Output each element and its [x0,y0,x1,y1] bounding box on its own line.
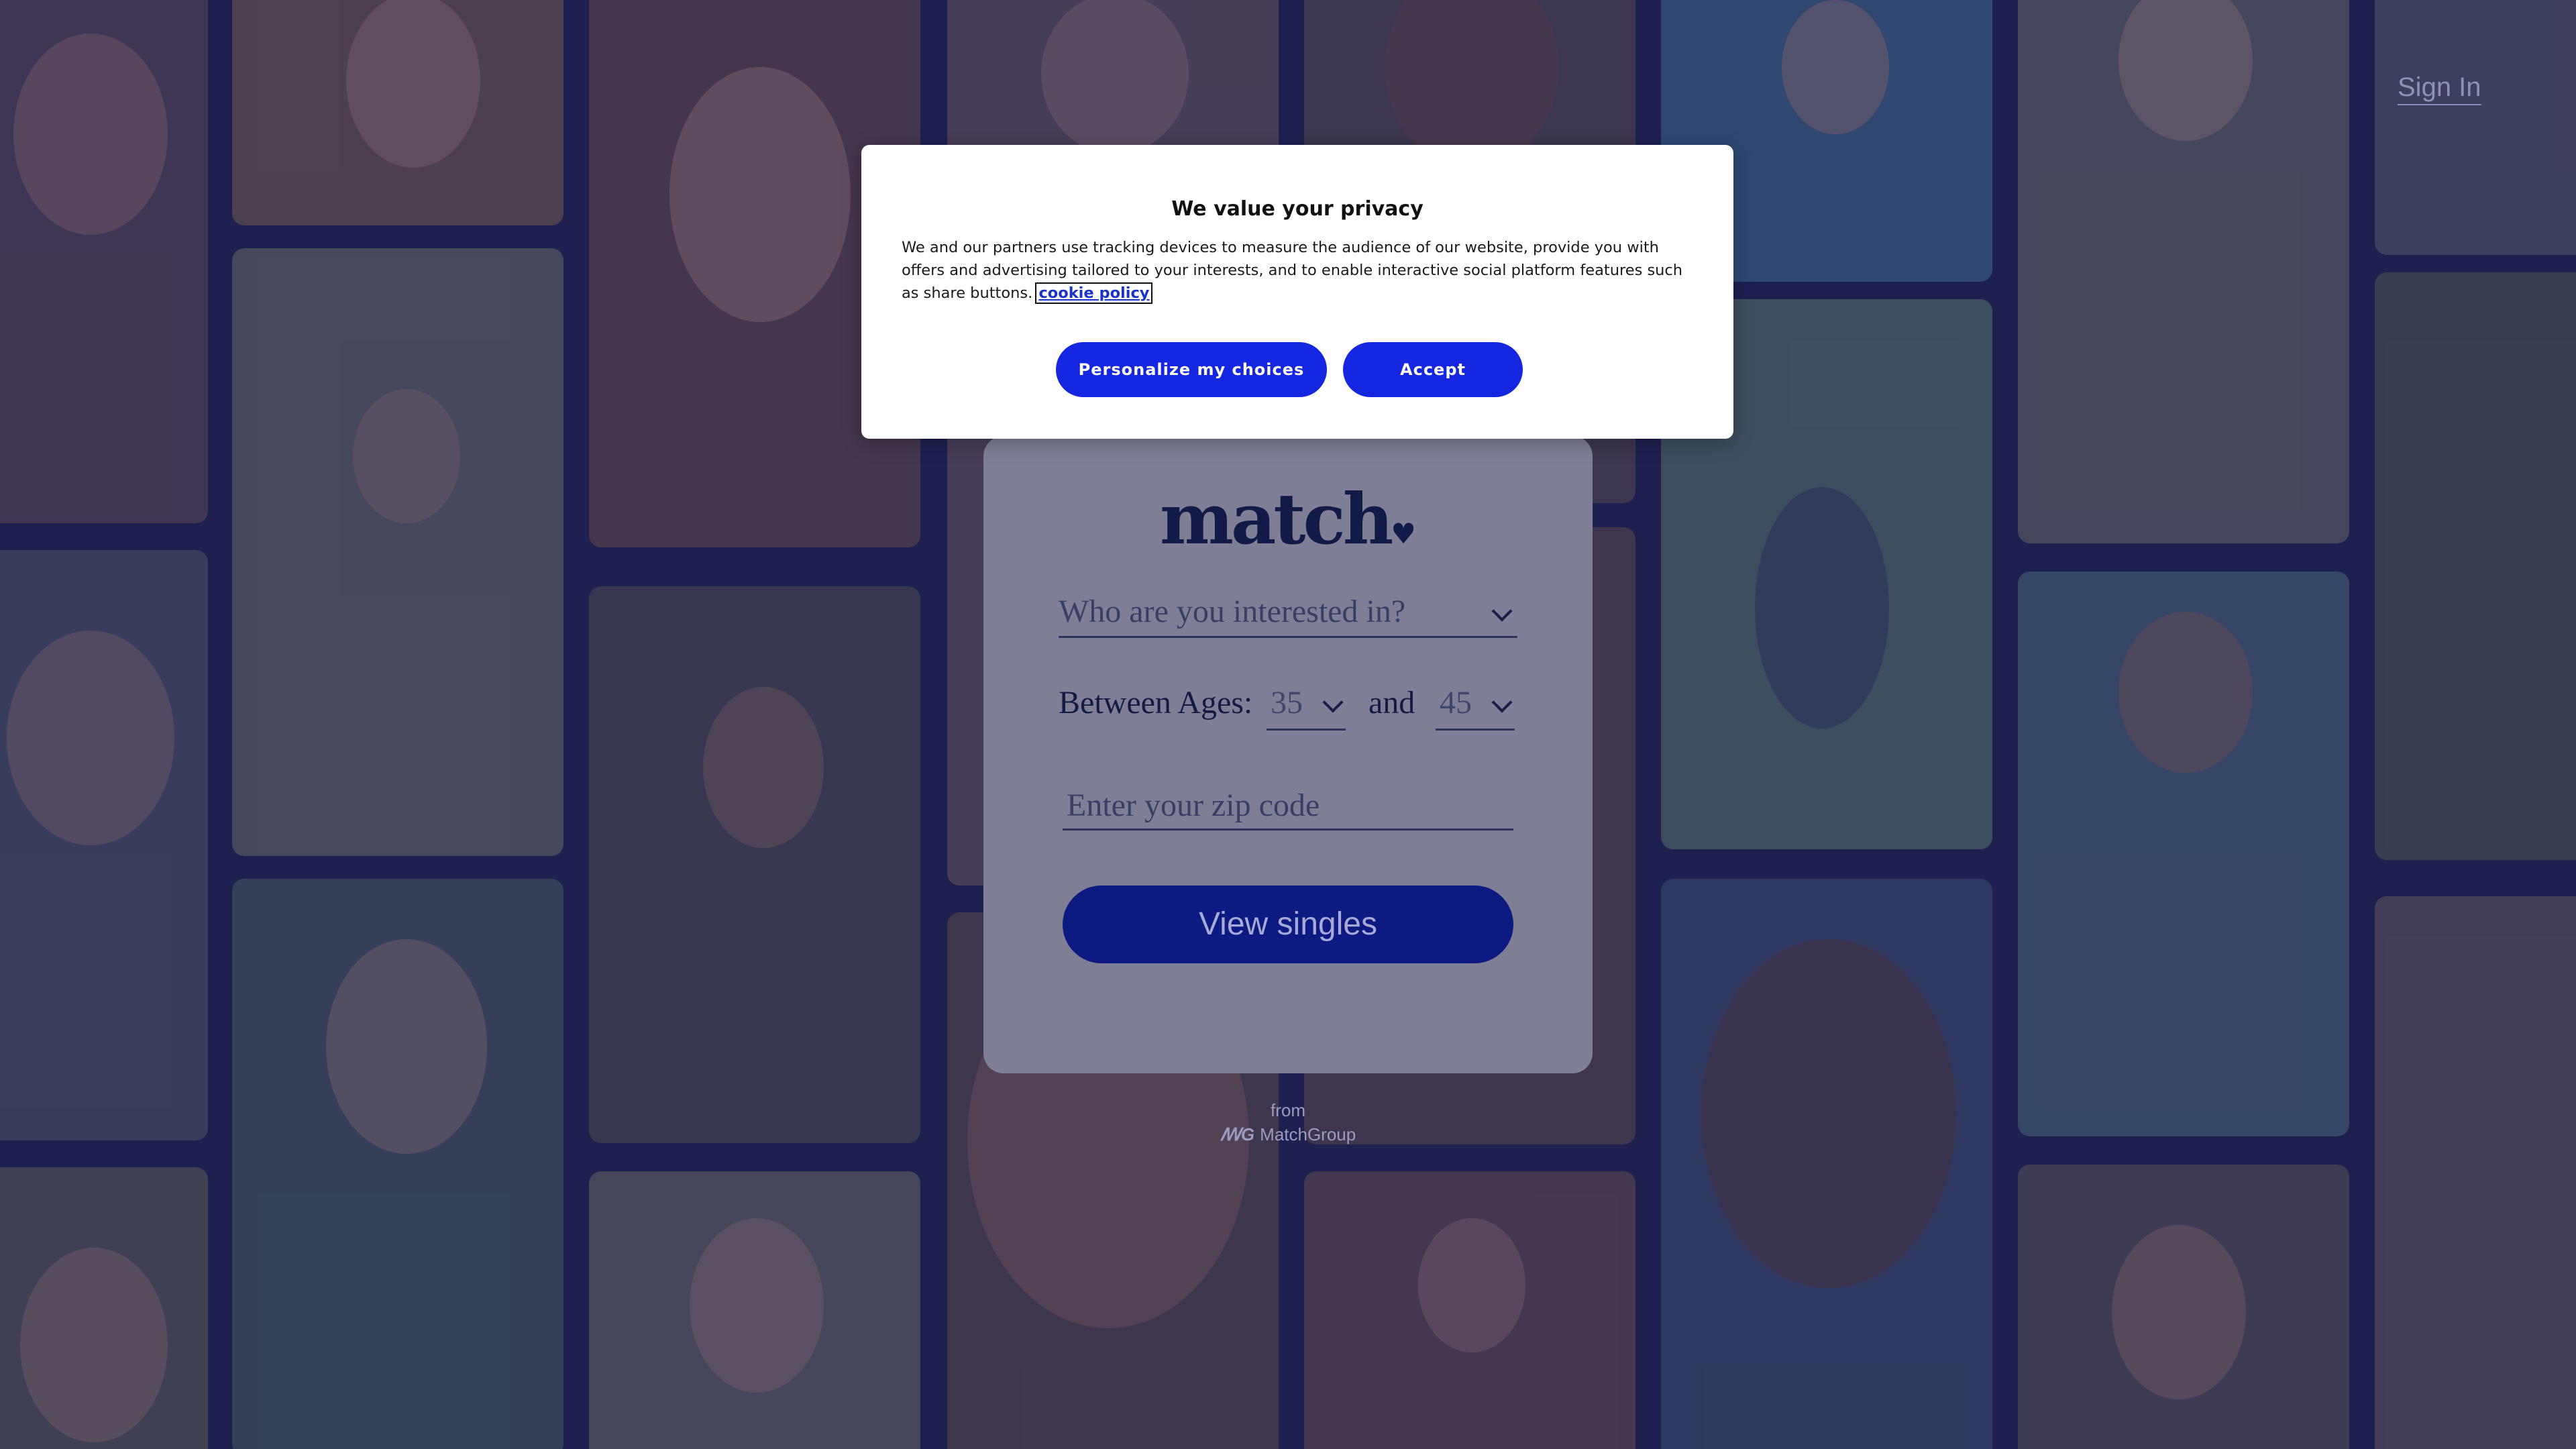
privacy-modal: We value your privacy We and our partner… [861,145,1733,439]
interest-select[interactable]: Who are you interested in? [1059,592,1517,638]
accept-button[interactable]: Accept [1343,342,1523,397]
and-label: and [1368,685,1415,720]
zip-code-input[interactable] [1063,782,1513,830]
chevron-down-icon [1322,692,1344,713]
view-singles-button[interactable]: View singles [1063,885,1513,963]
chevron-down-icon [1491,600,1513,622]
matchgroup-brand: MatchGroup [1260,1124,1356,1144]
min-age-value: 35 [1271,685,1303,720]
chevron-down-icon [1491,692,1513,713]
from-label: from [1271,1100,1305,1120]
personalize-choices-button[interactable]: Personalize my choices [1056,342,1327,397]
search-card: match♥ Who are you interested in? Betwee… [983,436,1593,1073]
page: Sign In match♥ Who are you interested in… [0,0,2576,1449]
logo-text: match [1159,478,1393,560]
privacy-modal-text: We and our partners use tracking devices… [902,239,1683,302]
privacy-modal-body: We and our partners use tracking devices… [902,236,1700,305]
ages-label: Between Ages: [1059,685,1253,720]
max-age-value: 45 [1440,685,1472,720]
privacy-modal-title: We value your privacy [1171,197,1424,221]
max-age-select[interactable]: 45 [1436,684,1515,731]
min-age-select[interactable]: 35 [1267,684,1346,731]
matchgroup-mark-icon: ꟿG [1220,1124,1255,1144]
match-logo: match♥ [983,478,1593,560]
heart-icon: ♥ [1391,517,1417,550]
cookie-policy-link[interactable]: cookie policy [1035,282,1153,304]
sign-in-link[interactable]: Sign In [2398,72,2481,103]
interest-select-placeholder: Who are you interested in? [1059,594,1406,629]
matchgroup-logo: ꟿG MatchGroup [0,1124,2576,1145]
